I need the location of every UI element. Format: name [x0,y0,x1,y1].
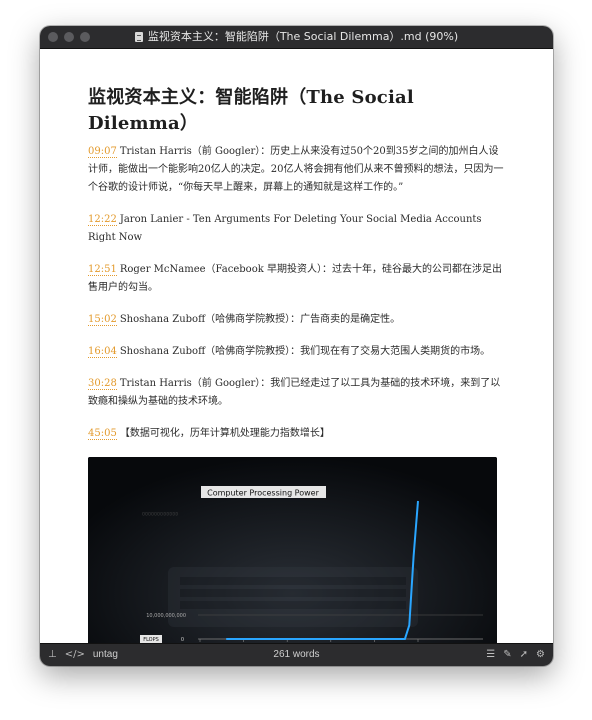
keyboard-silhouette [168,567,418,627]
status-bar: ⊥ </> untag 261 words ☰ ✎ ➚ ⚙ [40,643,553,666]
paragraph-text: Shoshana Zuboff（哈佛商学院教授）：我们现在有了交易大范围人类期货… [119,346,491,357]
embedded-figure: Computer Processing Power ▯▯▯▯▯▯▯▯▯▯▯▯ 1… [88,457,497,644]
paragraph: 45:05 【数据可视化，历年计算机处理能力指数增长】 [88,425,505,443]
paragraph: 12:51 Roger McNamee（Facebook 早期投资人）：过去十年，… [88,261,505,297]
title-bar: 监视资本主义：智能陷阱（The Social Dilemma）.md (90%) [40,26,553,49]
document-heading: 监视资本主义：智能陷阱（The Social Dilemma） [88,87,414,134]
gear-icon[interactable]: ⚙ [536,644,545,666]
source-code-icon[interactable]: </> [65,644,85,666]
zoom-window-button[interactable] [80,32,90,42]
paragraph-text: Roger McNamee（Facebook 早期投资人）：过去十年，硅谷最大的… [88,264,502,293]
timestamp-link[interactable]: 12:51 [88,264,117,276]
status-left: ⊥ </> untag [48,644,118,666]
paragraph-text: Jaron Lanier - Ten Arguments For Deletin… [88,214,482,243]
document-icon [134,32,143,42]
share-icon[interactable]: ➚ [520,644,528,666]
paragraph: 16:04 Shoshana Zuboff（哈佛商学院教授）：我们现在有了交易大范… [88,343,505,361]
timestamp-link[interactable]: 16:04 [88,346,117,358]
pin-icon[interactable]: ⊥ [48,644,57,666]
paragraph: 12:22 Jaron Lanier - Ten Arguments For De… [88,211,505,247]
paragraph: 15:02 Shoshana Zuboff（哈佛商学院教授）：广告商卖的是确定性。 [88,311,505,329]
pen-icon[interactable]: ✎ [503,644,511,666]
window-title: 监视资本主义：智能陷阱（The Social Dilemma）.md (90%) [147,30,459,43]
faint-scale-label: ▯▯▯▯▯▯▯▯▯▯▯▯ [142,511,178,517]
chart-title: Computer Processing Power [207,489,319,498]
status-right: ☰ ✎ ➚ ⚙ [486,644,545,666]
paragraph-text: Tristan Harris（前 Googler）：我们已经走过了以工具为基础的… [88,378,501,407]
document-content[interactable]: 监视资本主义：智能陷阱（The Social Dilemma） 09:07 Tri… [40,49,553,644]
paragraph-text: Shoshana Zuboff（哈佛商学院教授）：广告商卖的是确定性。 [119,314,401,325]
minimize-window-button[interactable] [64,32,74,42]
paragraph-text: 【数据可视化，历年计算机处理能力指数增长】 [119,428,330,439]
timestamp-link[interactable]: 12:22 [88,214,117,226]
paragraph: 09:07 Tristan Harris（前 Googler）：历史上从来没有过5… [88,143,505,197]
timestamp-link[interactable]: 30:28 [88,378,117,390]
timestamp-link[interactable]: 15:02 [88,314,117,326]
window-title-wrap: 监视资本主义：智能陷阱（The Social Dilemma）.md (90%) [134,26,459,48]
paragraph-text: Tristan Harris（前 Googler）：历史上从来没有过50个20到… [88,146,504,193]
timestamp-link[interactable]: 09:07 [88,146,117,158]
paragraph: 30:28 Tristan Harris（前 Googler）：我们已经走过了以工… [88,375,505,411]
tag-label[interactable]: untag [93,644,118,666]
window-controls [48,32,90,42]
close-window-button[interactable] [48,32,58,42]
timestamp-link[interactable]: 45:05 [88,428,117,440]
processing-power-chart: Computer Processing Power ▯▯▯▯▯▯▯▯▯▯▯▯ 1… [88,457,497,644]
app-window: 监视资本主义：智能陷阱（The Social Dilemma）.md (90%)… [40,26,553,666]
y-tick-label: 10,000,000,000 [146,613,186,619]
outline-icon[interactable]: ☰ [486,644,495,666]
